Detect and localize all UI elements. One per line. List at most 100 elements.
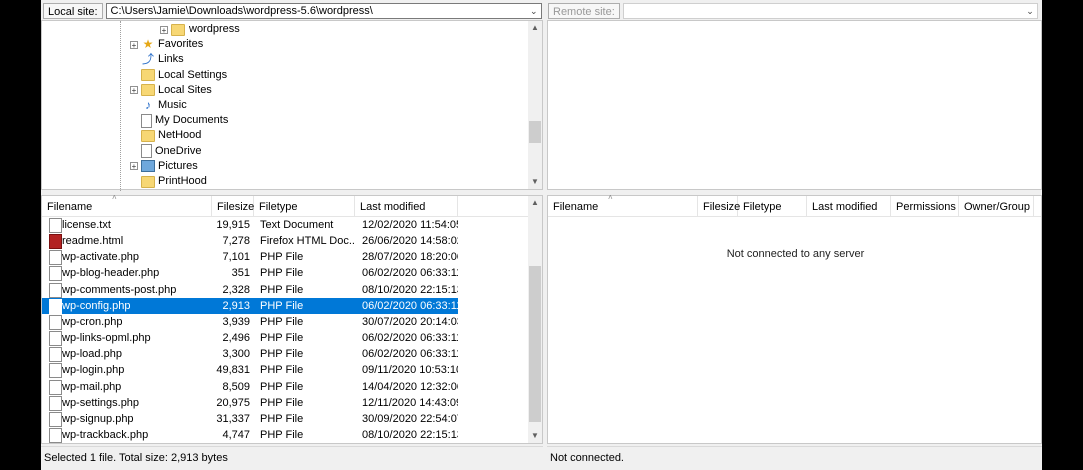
local-file-list[interactable]: Filename ˄ Filesize Filetype Last modifi… <box>41 193 543 444</box>
cell-modified: 12/02/2020 11:54:05 <box>362 219 458 231</box>
remote-directory-tree[interactable] <box>547 20 1042 190</box>
cell-size: 20,975 <box>216 396 250 409</box>
table-row[interactable]: wp-cron.php 3,939 PHP File 30/07/2020 20:14… <box>42 314 458 330</box>
table-row[interactable]: wp-signup.php 31,337 PHP File 30/09/2020 22… <box>42 411 458 427</box>
chevron-down-icon[interactable]: ⌄ <box>1026 4 1034 18</box>
cell-type: PHP File <box>260 412 304 425</box>
expand-icon[interactable]: + <box>130 162 138 171</box>
column-filesize[interactable]: Filesize <box>212 196 254 216</box>
php-file-icon <box>49 363 62 379</box>
tree-item[interactable]: + ★ Favorites <box>130 37 203 52</box>
remote-file-list[interactable]: Filename ˄ Filesize Filetype Last modifi… <box>547 193 1042 444</box>
php-file-icon <box>49 266 62 282</box>
column-last-modified[interactable]: Last modified <box>807 196 891 216</box>
scroll-down-icon[interactable]: ▼ <box>528 175 542 189</box>
cell-size: 351 <box>231 267 250 280</box>
tree-item[interactable]: ♪ Music <box>130 98 187 113</box>
scroll-up-icon[interactable]: ▲ <box>528 21 542 35</box>
php-file-icon <box>49 411 62 427</box>
scroll-down-icon[interactable]: ▼ <box>528 429 542 443</box>
star-icon: ★ <box>142 37 154 52</box>
cell-name: wp-settings.php <box>62 396 140 409</box>
tree-guide-line <box>120 21 121 191</box>
tree-item[interactable]: ⤴ Links <box>130 52 184 67</box>
remote-site-bar: Remote site: ⌄ <box>548 2 1042 20</box>
tree-item[interactable]: NetHood <box>130 128 201 143</box>
scroll-up-icon[interactable]: ▲ <box>528 196 542 210</box>
sort-arrow-icon: ˄ <box>608 193 613 202</box>
table-row[interactable]: wp-activate.php 7,101 PHP File 28/07/2020 1… <box>42 249 458 266</box>
table-row[interactable]: readme.html 7,278 Firefox HTML Doc... 26/06… <box>42 233 458 250</box>
cell-size: 2,913 <box>222 299 250 312</box>
column-owner-group[interactable]: Owner/Group <box>959 196 1034 216</box>
cell-type: PHP File <box>260 251 304 264</box>
local-directory-tree[interactable]: + wordpress + ★ Favorites ⤴ Links Local Setting… <box>41 20 543 191</box>
tree-item[interactable]: + Local Sites <box>130 83 212 98</box>
cell-type: PHP File <box>260 396 304 409</box>
tree-item[interactable]: + wordpress <box>160 22 240 37</box>
music-icon: ♪ <box>145 98 151 112</box>
table-row[interactable]: wp-comments-post.php 2,328 PHP File 08/10/2… <box>42 282 458 298</box>
column-permissions[interactable]: Permissions <box>891 196 959 216</box>
expand-icon[interactable]: + <box>130 86 138 95</box>
tree-item-label: NetHood <box>158 129 202 142</box>
column-filename[interactable]: Filename <box>42 196 212 216</box>
tree-item[interactable]: PrintHood <box>130 174 207 189</box>
text-file-icon <box>49 218 62 233</box>
table-row[interactable]: wp-settings.php 20,975 PHP File 12/11/2020 … <box>42 395 458 411</box>
tree-item-label: Local Settings <box>158 68 228 81</box>
cell-name: readme.html <box>62 235 124 248</box>
cell-modified: 12/11/2020 14:43:09 <box>362 396 458 409</box>
php-file-icon <box>49 314 62 330</box>
table-row[interactable]: wp-trackback.php 4,747 PHP File 08/10/2020 … <box>42 427 458 443</box>
cell-name: wp-load.php <box>62 348 122 361</box>
expand-icon[interactable]: + <box>130 40 138 49</box>
column-last-modified[interactable]: Last modified <box>355 196 458 216</box>
column-filename[interactable]: Filename <box>548 196 698 216</box>
tree-item-label: Favorites <box>158 38 204 51</box>
link-folder-icon: ⤴ <box>141 52 154 67</box>
cell-size: 19,915 <box>216 219 250 231</box>
column-filetype[interactable]: Filetype <box>254 196 355 216</box>
tree-item[interactable]: OneDrive <box>130 144 201 159</box>
tree-scrollbar[interactable]: ▲ ▼ <box>528 21 542 189</box>
column-filesize[interactable]: Filesize <box>698 196 740 216</box>
scrollbar-thumb[interactable] <box>529 266 541 422</box>
table-row[interactable]: wp-links-opml.php 2,496 PHP File 06/02/2020… <box>42 330 458 347</box>
cell-type: PHP File <box>260 283 304 296</box>
table-row[interactable]: license.txt 19,915 Text Document 12/02/2020… <box>42 217 458 233</box>
cell-modified: 06/02/2020 06:33:11 <box>362 332 458 345</box>
local-site-path-combo[interactable]: C:\Users\Jamie\Downloads\wordpress-5.6\w… <box>105 3 542 19</box>
folder-icon <box>141 175 155 188</box>
tree-item-label: My Documents <box>155 114 229 127</box>
cell-size: 2,328 <box>222 283 250 296</box>
table-row[interactable]: wp-load.php 3,300 PHP File 06/02/2020 06:33… <box>42 346 458 363</box>
remote-site-path-combo[interactable]: ⌄ <box>622 3 1038 19</box>
cell-name: wp-links-opml.php <box>62 332 151 345</box>
file-list-scrollbar[interactable]: ▲ ▼ <box>528 196 542 443</box>
table-row[interactable]: wp-blog-header.php 351 PHP File 06/02/2020 … <box>42 265 458 282</box>
local-list-header: Filename ˄ Filesize Filetype Last modifi… <box>42 193 542 217</box>
cell-name: wp-config.php <box>62 299 131 312</box>
table-row[interactable]: wp-login.php 49,831 PHP File 09/11/2020 10:… <box>42 362 458 379</box>
folder-icon <box>171 23 185 36</box>
table-row[interactable]: wp-config.php 2,913 PHP File 06/02/2020 06:… <box>42 297 458 314</box>
table-row[interactable]: wp-mail.php 8,509 PHP File 14/04/2020 12:32… <box>42 379 458 395</box>
scrollbar-thumb[interactable] <box>529 121 541 143</box>
php-file-icon <box>49 250 62 266</box>
document-icon <box>141 113 152 128</box>
local-site-path: C:\Users\Jamie\Downloads\wordpress-5.6\w… <box>110 5 373 17</box>
document-icon <box>141 144 152 159</box>
tree-item[interactable]: + Pictures <box>130 159 198 174</box>
tree-item-label: Music <box>158 99 187 111</box>
tree-item[interactable]: My Documents <box>130 113 228 128</box>
folder-icon <box>141 69 155 82</box>
tree-item[interactable]: Local Settings <box>130 68 227 83</box>
cell-size: 2,496 <box>222 332 250 345</box>
expand-icon[interactable]: + <box>160 25 168 34</box>
php-file-icon <box>49 282 62 298</box>
chevron-down-icon[interactable]: ⌄ <box>530 4 538 18</box>
column-filetype[interactable]: Filetype <box>738 196 807 216</box>
cell-type: PHP File <box>260 428 304 441</box>
cell-size: 8,509 <box>222 380 250 393</box>
